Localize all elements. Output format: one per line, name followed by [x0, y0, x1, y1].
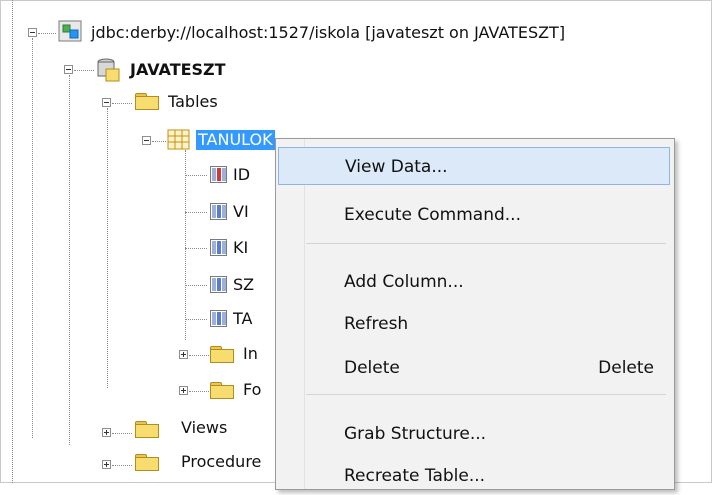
schema-icon: [97, 58, 120, 82]
tree-connector: [185, 248, 207, 249]
expand-toggle[interactable]: [179, 350, 188, 359]
context-menu: View Data... Execute Command... Add Colu…: [275, 138, 675, 490]
menu-item-shortcut: Delete: [598, 358, 654, 378]
menu-separator: [306, 394, 666, 395]
connection-collapse-toggle[interactable]: [28, 28, 37, 37]
menu-item-refresh[interactable]: Refresh: [278, 305, 670, 343]
menu-item-view-data[interactable]: View Data...: [278, 147, 670, 185]
tree-connector: [185, 212, 207, 213]
tables-folder-label[interactable]: Tables: [168, 92, 218, 112]
folder-icon: [135, 421, 159, 438]
column-icon: [210, 276, 227, 293]
menu-item-label: View Data...: [345, 157, 448, 177]
column-icon: [210, 310, 227, 327]
tree-connector: [185, 285, 207, 286]
column-label[interactable]: KI: [233, 238, 248, 258]
column-icon: [210, 203, 227, 220]
selected-table-label[interactable]: TANULOK: [196, 130, 275, 150]
menu-item-grab-structure[interactable]: Grab Structure...: [278, 415, 670, 453]
folder-icon: [135, 93, 159, 110]
table-collapse-toggle[interactable]: [142, 136, 151, 145]
menu-item-delete[interactable]: Delete Delete: [278, 349, 670, 387]
tree-connector: [107, 108, 108, 388]
primary-key-column-icon: [210, 166, 227, 183]
tree-connector: [112, 465, 132, 466]
menu-item-label: Recreate Table...: [344, 466, 486, 486]
tree-connector: [112, 103, 132, 104]
column-label[interactable]: TA: [233, 309, 252, 329]
expand-toggle[interactable]: [179, 386, 188, 395]
column-label[interactable]: ID: [233, 165, 250, 185]
menu-item-label: Refresh: [344, 314, 409, 334]
menu-item-add-column[interactable]: Add Column...: [278, 263, 670, 301]
schema-label[interactable]: JAVATESZT: [130, 60, 226, 80]
tree-connector: [185, 319, 207, 320]
menu-item-label: Execute Command...: [344, 205, 521, 225]
views-folder-label[interactable]: Views: [181, 418, 227, 438]
menu-item-label: Add Column...: [344, 272, 464, 292]
tree-connector: [112, 433, 132, 434]
folder-icon: [210, 346, 234, 363]
tables-collapse-toggle[interactable]: [102, 98, 111, 107]
procedures-folder-label[interactable]: Procedure: [181, 452, 261, 472]
tree-connector: [185, 175, 207, 176]
menu-item-recreate-table[interactable]: Recreate Table...: [278, 457, 670, 495]
table-icon: [167, 129, 190, 150]
tree-connector: [38, 33, 56, 34]
tree-guide-line: [12, 0, 13, 483]
tree-connector: [69, 75, 70, 445]
tree-connector: [32, 38, 33, 438]
menu-item-label: Delete: [344, 358, 400, 378]
views-expand-toggle[interactable]: [102, 428, 111, 437]
column-label[interactable]: VI: [233, 202, 249, 222]
tree-connector: [185, 150, 186, 340]
column-icon: [210, 239, 227, 256]
tree-connector: [74, 70, 94, 71]
connection-label[interactable]: jdbc:derby://localhost:1527/iskola [java…: [91, 23, 565, 43]
menu-item-label: Grab Structure...: [344, 424, 487, 444]
tree-connector: [189, 355, 209, 356]
tree-connector: [152, 141, 166, 142]
tree-connector: [189, 391, 209, 392]
procedures-expand-toggle[interactable]: [102, 460, 111, 469]
folder-icon: [135, 454, 159, 471]
subfolder-label[interactable]: Fo: [243, 380, 261, 400]
menu-item-execute-command[interactable]: Execute Command...: [278, 196, 670, 234]
schema-collapse-toggle[interactable]: [64, 65, 73, 74]
column-label[interactable]: SZ: [233, 275, 254, 295]
database-connection-icon: [58, 20, 82, 42]
menu-separator: [306, 243, 666, 244]
folder-icon: [210, 382, 234, 399]
subfolder-label[interactable]: In: [243, 344, 258, 364]
